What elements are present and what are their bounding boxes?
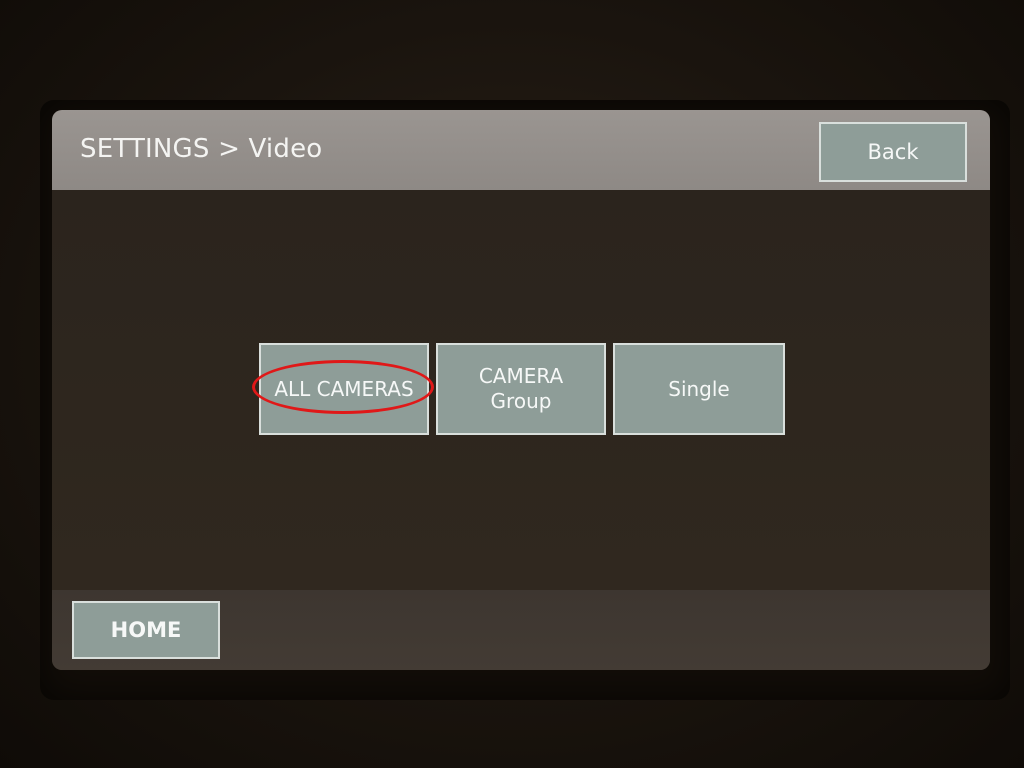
- footer-bar: HOME: [52, 590, 990, 670]
- all-cameras-button[interactable]: ALL CAMERAS: [259, 343, 429, 435]
- camera-group-label-line1: CAMERA: [478, 364, 564, 388]
- all-cameras-label: ALL CAMERAS: [274, 376, 414, 401]
- single-button[interactable]: Single: [613, 343, 785, 435]
- single-label: Single: [668, 376, 730, 401]
- page-title: SETTINGS > Video: [80, 134, 323, 164]
- header-bar: SETTINGS > Video Back: [52, 110, 990, 190]
- touch-panel-screen: SETTINGS > Video Back ALL CAMERAS CAMERA…: [52, 110, 990, 670]
- camera-group-label-line2: Group: [490, 389, 552, 413]
- home-button[interactable]: HOME: [72, 601, 220, 659]
- back-button[interactable]: Back: [819, 122, 967, 182]
- camera-group-button[interactable]: CAMERA Group: [436, 343, 606, 435]
